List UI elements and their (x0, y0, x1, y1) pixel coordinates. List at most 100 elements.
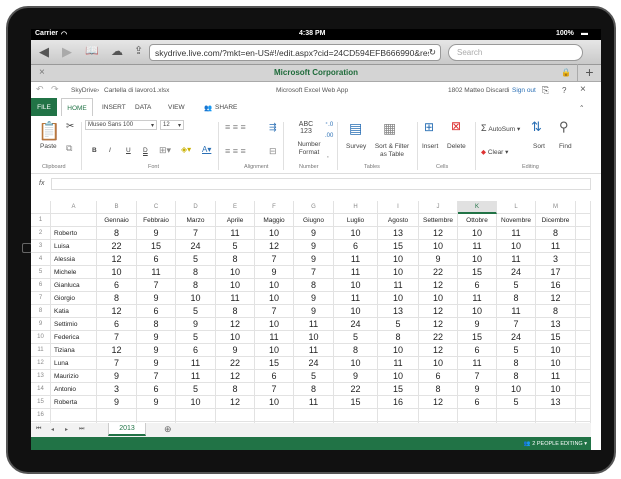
value-cell[interactable]: 5 (176, 253, 216, 266)
column-header-G[interactable]: G (294, 201, 334, 214)
value-cell[interactable]: 12 (216, 370, 255, 383)
value-cell[interactable]: 8 (294, 383, 334, 396)
value-cell[interactable]: 9 (294, 227, 334, 240)
value-cell[interactable]: 13 (536, 396, 576, 409)
value-cell[interactable]: 9 (458, 383, 497, 396)
value-cell[interactable]: 8 (536, 305, 576, 318)
value-cell[interactable]: 6 (255, 370, 294, 383)
value-cell[interactable]: 15 (378, 383, 419, 396)
value-cell[interactable]: 12 (216, 318, 255, 331)
delete-button[interactable]: Delete (447, 143, 466, 150)
value-cell[interactable]: 10 (378, 370, 419, 383)
value-cell[interactable]: 15 (334, 396, 378, 409)
cell[interactable] (576, 409, 591, 422)
cell[interactable] (51, 214, 97, 227)
column-header-E[interactable]: E (216, 201, 255, 214)
name-cell[interactable]: Michele (51, 266, 97, 279)
value-cell[interactable]: 12 (97, 344, 137, 357)
value-cell[interactable]: 6 (458, 396, 497, 409)
name-cell[interactable]: Katia (51, 305, 97, 318)
tab-data[interactable]: DATA (135, 104, 151, 111)
value-cell[interactable]: 10 (176, 396, 216, 409)
name-cell[interactable]: Luna (51, 357, 97, 370)
help-button[interactable]: ? (562, 86, 566, 95)
value-cell[interactable]: 5 (497, 396, 536, 409)
row-header-12[interactable]: 12 (31, 357, 51, 370)
cell[interactable] (576, 305, 591, 318)
forward-icon[interactable]: ▶ (62, 44, 72, 60)
tab-share[interactable]: SHARE (215, 104, 237, 111)
tab-insert[interactable]: INSERT (102, 104, 126, 111)
value-cell[interactable]: 22 (97, 240, 137, 253)
name-cell[interactable]: Settimio (51, 318, 97, 331)
value-cell[interactable]: 3 (97, 383, 137, 396)
row-header-13[interactable]: 13 (31, 370, 51, 383)
value-cell[interactable]: 15 (378, 240, 419, 253)
value-cell[interactable]: 9 (216, 344, 255, 357)
value-cell[interactable]: 15 (458, 331, 497, 344)
value-cell[interactable]: 12 (419, 344, 458, 357)
value-cell[interactable]: 22 (419, 266, 458, 279)
column-header-C[interactable]: C (137, 201, 176, 214)
underline-button[interactable]: U (126, 147, 131, 154)
value-cell[interactable]: 9 (97, 370, 137, 383)
sort-filter-button[interactable]: Sort & Filter as Table (371, 143, 413, 159)
month-header-cell[interactable]: Dicembre (536, 214, 576, 227)
share-icon[interactable]: ⇪ (134, 44, 143, 57)
value-cell[interactable]: 10 (536, 357, 576, 370)
spreadsheet-grid[interactable]: A B C D E F G H I J K L M 1 Gennaio Febbraio Marzo Aprile… (31, 194, 591, 423)
value-cell[interactable]: 8 (97, 292, 137, 305)
value-cell[interactable]: 11 (176, 357, 216, 370)
value-cell[interactable]: 11 (536, 240, 576, 253)
tab-file[interactable]: FILE (31, 98, 57, 116)
value-cell[interactable]: 9 (255, 266, 294, 279)
row-header-14[interactable]: 14 (31, 383, 51, 396)
value-cell[interactable]: 24 (294, 357, 334, 370)
value-cell[interactable]: 5 (176, 383, 216, 396)
column-header-empty[interactable] (576, 201, 591, 214)
value-cell[interactable]: 11 (334, 266, 378, 279)
value-cell[interactable]: 10 (334, 227, 378, 240)
value-cell[interactable]: 10 (255, 344, 294, 357)
name-cell[interactable]: Antonio (51, 383, 97, 396)
name-cell[interactable]: Maurizio (51, 370, 97, 383)
value-cell[interactable]: 5 (497, 344, 536, 357)
value-cell[interactable]: 11 (497, 227, 536, 240)
column-header-I[interactable]: I (378, 201, 419, 214)
value-cell[interactable]: 7 (137, 370, 176, 383)
breadcrumb-skydrive[interactable]: SkyDrive (71, 87, 97, 94)
reload-icon[interactable]: ↻ (428, 47, 436, 58)
value-cell[interactable]: 16 (378, 396, 419, 409)
tab-home[interactable]: HOME (61, 98, 93, 116)
cell[interactable] (536, 409, 576, 422)
collapse-ribbon-icon[interactable]: ⌃ (579, 104, 584, 112)
row-header-11[interactable]: 11 (31, 344, 51, 357)
search-field[interactable]: Search (448, 44, 583, 61)
cell[interactable] (576, 240, 591, 253)
value-cell[interactable]: 6 (176, 344, 216, 357)
column-header-M[interactable]: M (536, 201, 576, 214)
cell[interactable] (255, 409, 294, 422)
value-cell[interactable]: 13 (378, 227, 419, 240)
value-cell[interactable]: 10 (255, 227, 294, 240)
survey-button[interactable]: Survey (346, 143, 366, 150)
sheet-tab-2013[interactable]: 2013 (108, 423, 146, 436)
value-cell[interactable]: 10 (419, 292, 458, 305)
cell[interactable] (576, 344, 591, 357)
value-cell[interactable]: 11 (536, 370, 576, 383)
number-format-button[interactable]: Number Format (294, 141, 324, 157)
value-cell[interactable]: 15 (255, 357, 294, 370)
value-cell[interactable]: 10 (497, 383, 536, 396)
bookmarks-icon[interactable]: 📖 (85, 44, 99, 57)
value-cell[interactable]: 10 (255, 396, 294, 409)
cell[interactable] (576, 292, 591, 305)
value-cell[interactable]: 12 (97, 253, 137, 266)
close-button[interactable]: × (580, 84, 586, 95)
value-cell[interactable]: 10 (497, 240, 536, 253)
sign-out-link[interactable]: Sign out (512, 87, 536, 94)
value-cell[interactable]: 10 (378, 253, 419, 266)
month-header-cell[interactable]: Aprile (216, 214, 255, 227)
value-cell[interactable]: 11 (378, 279, 419, 292)
next-sheet-icon[interactable]: ▸ (65, 426, 68, 433)
value-cell[interactable]: 8 (334, 344, 378, 357)
